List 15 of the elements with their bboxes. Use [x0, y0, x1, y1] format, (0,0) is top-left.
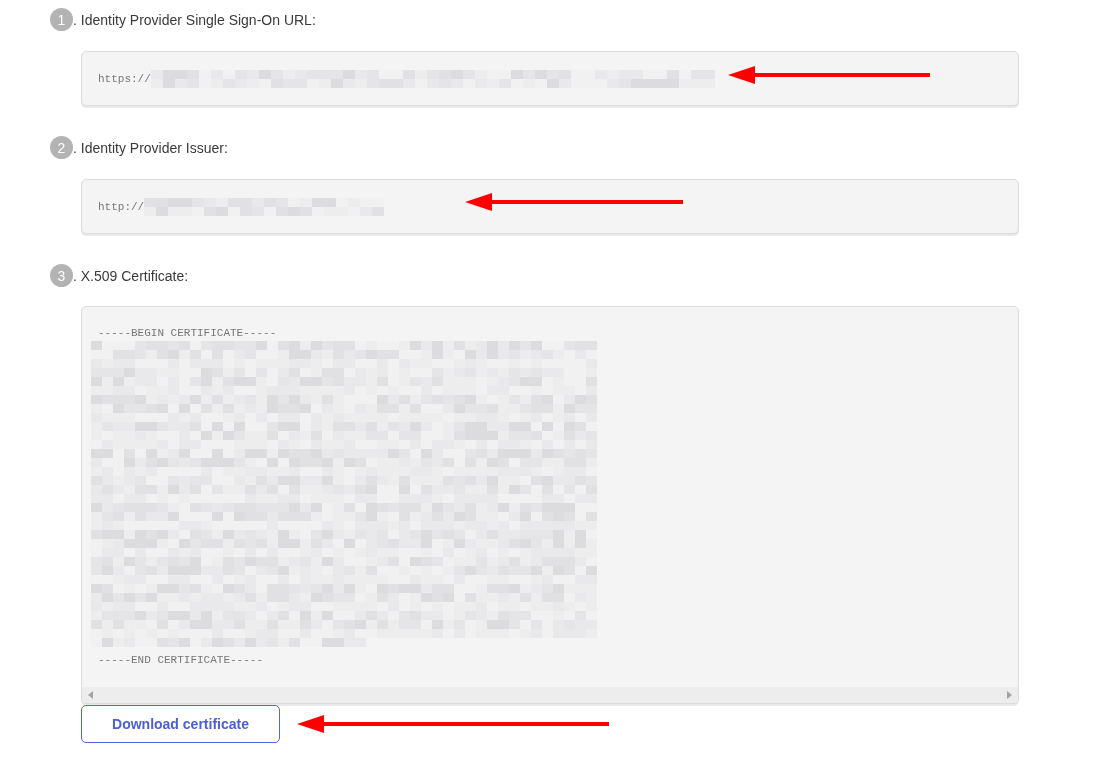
step-number: 3: [50, 264, 73, 287]
readonly-text-field[interactable]: http://: [81, 179, 1019, 234]
step-number: 1: [50, 8, 73, 31]
step-label: . Identity Provider Single Sign-On URL:: [73, 11, 316, 28]
scroll-right-icon[interactable]: [1007, 691, 1012, 699]
step-label: . Identity Provider Issuer:: [73, 139, 228, 156]
certificate-line: -----BEGIN CERTIFICATE-----: [98, 326, 277, 340]
step-number: 2: [50, 136, 73, 159]
scroll-left-icon[interactable]: [88, 691, 93, 699]
step-label: . X.509 Certificate:: [73, 267, 189, 284]
download-button[interactable]: Download certificate: [81, 705, 280, 743]
certificate-text-area[interactable]: -----BEGIN CERTIFICATE----- -----END CERTIFICATE-----: [81, 306, 1019, 704]
readonly-text-field[interactable]: https://: [81, 51, 1019, 106]
certificate-line: -----END CERTIFICATE-----: [98, 653, 264, 667]
horizontal-scrollbar[interactable]: [82, 687, 1018, 703]
